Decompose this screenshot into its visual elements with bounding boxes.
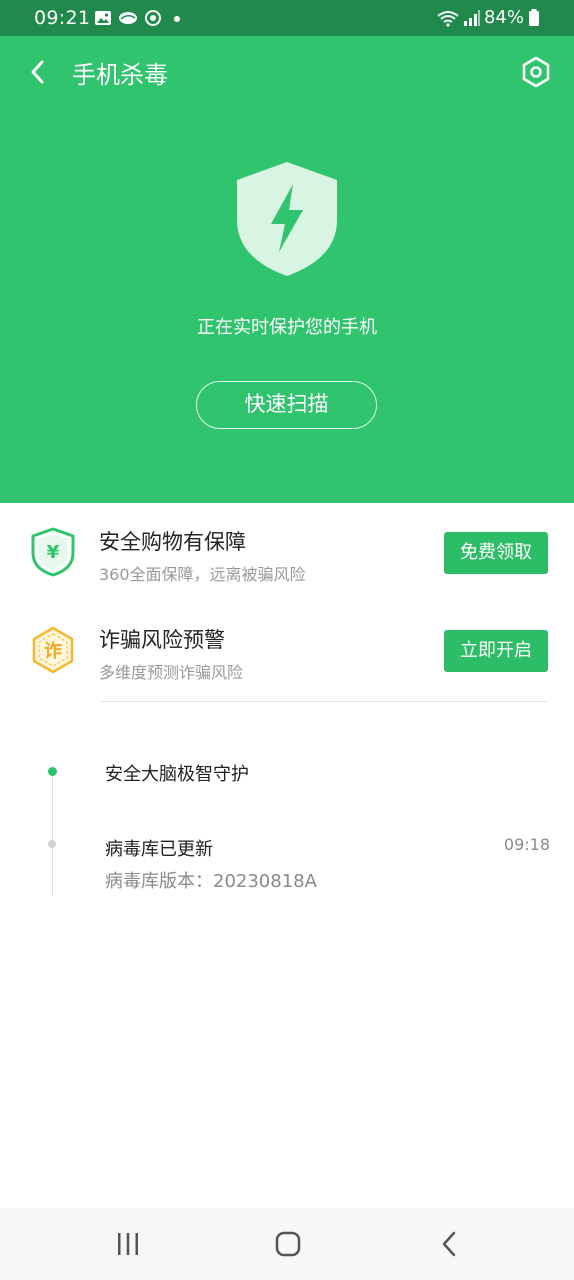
recents-icon[interactable] xyxy=(112,1228,144,1260)
timeline-item-title: 病毒库已更新 xyxy=(105,839,213,860)
settings-hexagon-icon[interactable] xyxy=(518,54,554,90)
wifi-icon xyxy=(437,11,459,27)
status-time: 09:21 xyxy=(34,7,91,29)
timeline-dot-active xyxy=(48,767,57,776)
yuan-symbol: ¥ xyxy=(47,542,60,563)
signal-icon xyxy=(464,10,480,26)
back-arrow-icon[interactable] xyxy=(22,54,58,90)
feature-subtitle: 多维度预测诈骗风险 xyxy=(99,663,244,682)
feature-shopping[interactable]: ¥ 安全购物有保障 360全面保障，远离被骗风险 免费领取 xyxy=(0,506,574,596)
fraud-character: 诈 xyxy=(44,641,62,662)
fraud-hexagon-icon: 诈 xyxy=(32,626,74,674)
protection-hero: 手机杀毒 正在实时保护您的手机 快速扫描 xyxy=(0,36,574,503)
feature-subtitle: 360全面保障，远离被骗风险 xyxy=(99,565,306,584)
timeline-line xyxy=(52,772,53,896)
home-icon[interactable] xyxy=(272,1228,304,1260)
enable-now-button[interactable]: 立即开启 xyxy=(444,630,548,672)
notification-dot-icon xyxy=(174,16,180,22)
sync-app-icon xyxy=(145,10,161,26)
virus-db-version: 病毒库版本：20230818A xyxy=(105,871,317,892)
claim-free-button[interactable]: 免费领取 xyxy=(444,532,548,574)
battery-icon xyxy=(529,9,539,26)
battery-percent: 84% xyxy=(483,7,524,28)
page-title: 手机杀毒 xyxy=(72,61,168,89)
status-bar: 09:21 84% xyxy=(0,0,574,36)
feature-title: 安全购物有保障 xyxy=(99,530,246,554)
leaf-app-icon xyxy=(119,12,137,24)
yuan-shield-icon: ¥ xyxy=(31,527,75,577)
feature-title: 诈骗风险预警 xyxy=(99,628,225,652)
feature-fraud-alert[interactable]: 诈 诈骗风险预警 多维度预测诈骗风险 立即开启 xyxy=(0,604,574,694)
gallery-icon xyxy=(95,11,111,25)
timeline-item-title: 安全大脑极智守护 xyxy=(105,764,249,785)
lightning-shield-icon xyxy=(237,162,337,276)
back-nav-icon[interactable] xyxy=(434,1228,466,1260)
timeline-item-time: 09:18 xyxy=(503,835,550,854)
timeline-dot xyxy=(48,840,56,848)
protection-status: 正在实时保护您的手机 xyxy=(197,317,377,338)
system-nav-bar xyxy=(0,1208,574,1280)
divider xyxy=(99,701,549,702)
quick-scan-button[interactable]: 快速扫描 xyxy=(196,381,377,429)
